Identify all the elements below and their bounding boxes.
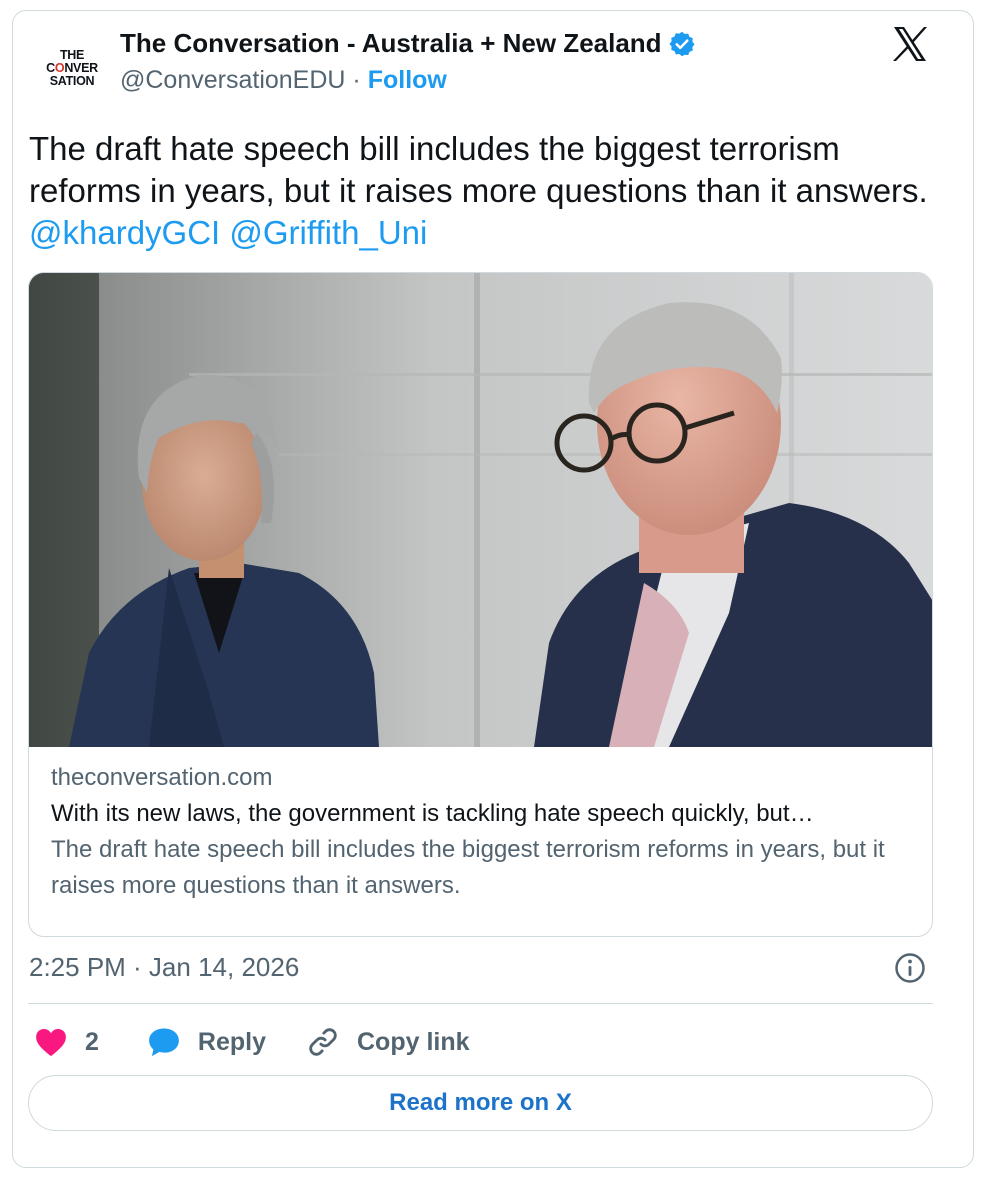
reply-button[interactable]: Reply bbox=[147, 1026, 266, 1058]
copy-link-label: Copy link bbox=[357, 1027, 470, 1056]
link-domain: theconversation.com bbox=[51, 764, 273, 791]
link-description: The draft hate speech bill includes the … bbox=[51, 836, 885, 899]
mention-griffith-uni[interactable]: @Griffith_Uni bbox=[229, 214, 427, 251]
tweet-timestamp[interactable]: 2:25 PM · Jan 14, 2026 bbox=[29, 952, 299, 983]
logo-line-3: SATION bbox=[49, 73, 95, 88]
author-handle[interactable]: @ConversationEDU bbox=[120, 66, 345, 94]
tweet-text: The draft hate speech bill includes the … bbox=[29, 128, 929, 254]
follow-button[interactable]: Follow bbox=[368, 66, 447, 94]
read-more-button[interactable]: Read more on X bbox=[28, 1075, 933, 1131]
author-avatar[interactable]: THE CONVER SATION bbox=[32, 28, 112, 108]
logo-line-2: CONVER bbox=[46, 60, 98, 75]
mention-khardygci[interactable]: @khardyGCI bbox=[29, 214, 220, 251]
separator-dot: · bbox=[352, 66, 361, 94]
actions-divider bbox=[28, 1003, 933, 1004]
author-handle-row: @ConversationEDU · Follow bbox=[120, 66, 447, 95]
x-logo-icon[interactable] bbox=[890, 24, 930, 64]
link-headline[interactable]: With its new laws, the government is tac… bbox=[51, 798, 921, 830]
tweet-body: The draft hate speech bill includes the … bbox=[29, 130, 928, 209]
copy-link-button[interactable]: Copy link bbox=[306, 1025, 470, 1059]
author-name-row[interactable]: The Conversation - Australia + New Zeala… bbox=[120, 28, 696, 59]
like-count: 2 bbox=[85, 1027, 99, 1056]
article-photo[interactable] bbox=[29, 273, 933, 747]
link-card-text: theconversation.com With its new laws, t… bbox=[51, 763, 921, 904]
heart-icon bbox=[34, 1026, 68, 1058]
author-name[interactable]: The Conversation - Australia + New Zeala… bbox=[120, 28, 662, 59]
verified-badge-icon bbox=[668, 30, 696, 58]
like-button[interactable]: 2 bbox=[34, 1026, 99, 1058]
reply-label: Reply bbox=[197, 1027, 266, 1056]
tweet-actions: 2 Reply Copy link bbox=[28, 1022, 470, 1062]
link-icon bbox=[306, 1025, 340, 1059]
link-preview-card[interactable]: theconversation.com With its new laws, t… bbox=[28, 272, 933, 937]
speech-bubble-icon bbox=[147, 1026, 181, 1058]
info-icon[interactable] bbox=[894, 952, 926, 984]
